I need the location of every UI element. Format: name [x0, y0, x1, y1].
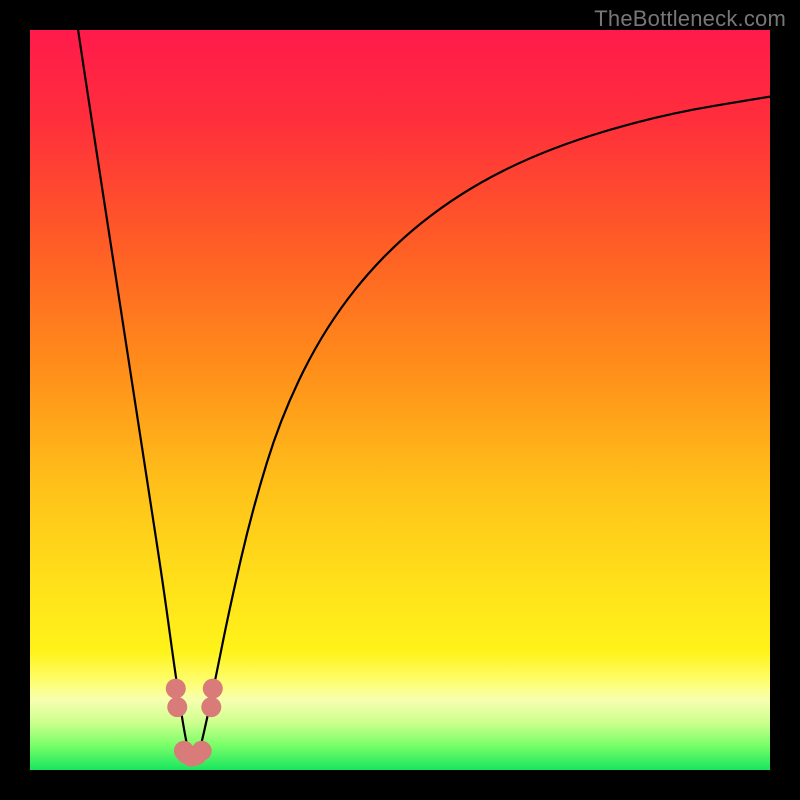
marker-right-cluster-1 [201, 697, 221, 717]
plot-area [30, 30, 770, 770]
marker-left-cluster-2 [167, 697, 187, 717]
watermark-text: TheBottleneck.com [594, 6, 786, 32]
chart-svg [30, 30, 770, 770]
marker-right-cluster-2 [203, 679, 223, 699]
marker-trough-5 [192, 741, 212, 761]
marker-left-cluster-1 [166, 679, 186, 699]
gradient-background [30, 30, 770, 770]
chart-frame: TheBottleneck.com [0, 0, 800, 800]
